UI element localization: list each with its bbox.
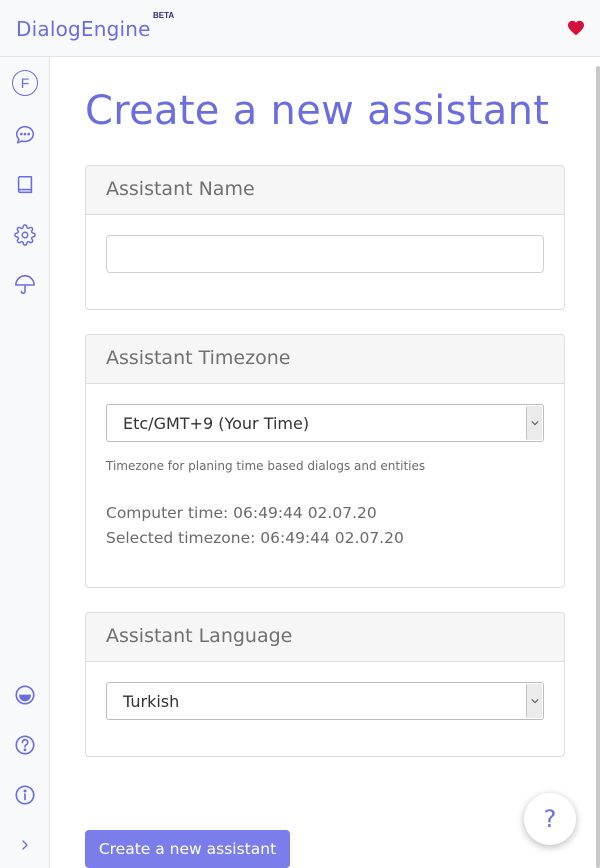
chevron-down-icon[interactable] [526, 406, 542, 440]
chat-icon[interactable] [12, 122, 38, 148]
timezone-select[interactable]: Etc/GMT+9 (Your Time) [106, 404, 544, 442]
language-select[interactable]: Turkish [106, 682, 544, 720]
timezone-hint: Timezone for planing time based dialogs … [106, 459, 426, 473]
page-title: Create a new assistant [85, 88, 550, 134]
sidebar: F [0, 57, 50, 868]
selected-timezone-time: Selected timezone: 06:49:44 02.07.20 [106, 529, 404, 547]
assistant-language-card: Assistant Language Turkish [85, 612, 565, 757]
smile-icon[interactable] [12, 682, 38, 708]
chevron-down-icon[interactable] [526, 684, 542, 718]
chevron-right-icon[interactable] [12, 832, 38, 858]
umbrella-icon[interactable] [12, 272, 38, 298]
top-bar: DialogEngine BETA [0, 0, 600, 57]
assistant-timezone-card: Assistant Timezone Etc/GMT+9 (Your Time)… [85, 334, 565, 588]
language-selected-value: Turkish [123, 692, 180, 711]
help-button[interactable]: ? [524, 793, 576, 845]
card-header: Assistant Name [86, 166, 564, 215]
gear-icon[interactable] [12, 222, 38, 248]
user-avatar[interactable]: F [12, 70, 38, 96]
card-header: Assistant Language [86, 613, 564, 662]
create-assistant-button[interactable]: Create a new assistant [85, 830, 290, 868]
beta-badge: BETA [153, 11, 175, 20]
main-content: Create a new assistant Assistant Name As… [51, 57, 600, 868]
info-icon[interactable] [12, 782, 38, 808]
assistant-name-card: Assistant Name [85, 165, 565, 310]
assistant-name-input[interactable] [106, 235, 544, 273]
brand-logo[interactable]: DialogEngine [16, 17, 151, 41]
timezone-selected-value: Etc/GMT+9 (Your Time) [123, 414, 310, 433]
scrollbar[interactable] [596, 66, 600, 868]
help-circle-icon[interactable] [12, 732, 38, 758]
book-icon[interactable] [12, 172, 38, 198]
heart-icon[interactable] [567, 20, 585, 36]
computer-time: Computer time: 06:49:44 02.07.20 [106, 504, 377, 522]
card-header: Assistant Timezone [86, 335, 564, 384]
